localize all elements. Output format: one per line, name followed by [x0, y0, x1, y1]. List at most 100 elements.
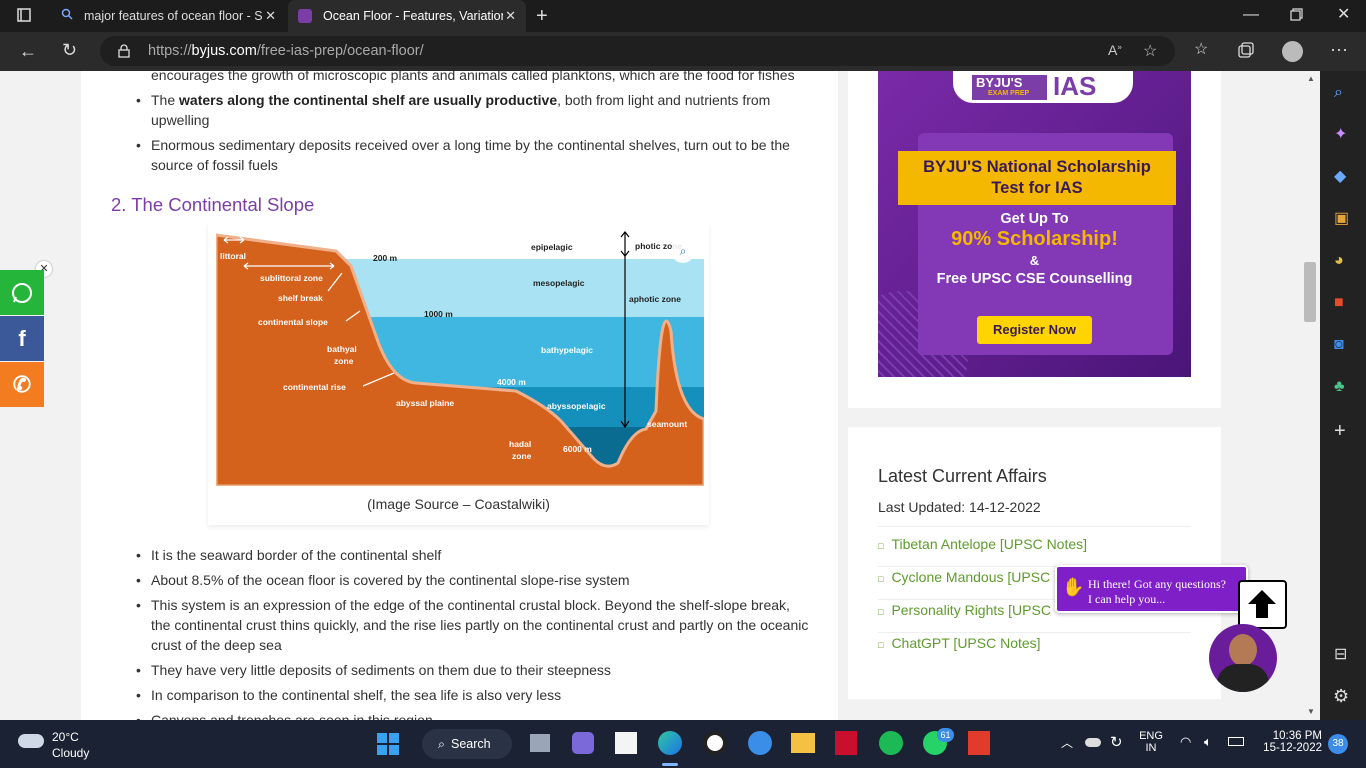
weather-desc[interactable]: Cloudy	[52, 746, 89, 760]
weather-temp[interactable]: 20°C	[52, 730, 79, 744]
more-menu-icon[interactable]: ···	[1330, 40, 1348, 58]
games-icon[interactable]: ◕	[1334, 253, 1344, 269]
search-icon	[61, 8, 73, 23]
close-tab-icon[interactable]: ✕	[505, 8, 516, 24]
favorites-icon[interactable]: ☆	[1194, 42, 1208, 58]
diagram-label: bathypelagic	[541, 345, 593, 355]
outlook-icon[interactable]: ◙	[1334, 337, 1344, 353]
tab-title: Ocean Floor - Features, Variation	[323, 9, 503, 23]
diagram-label: 1000 m	[424, 309, 453, 319]
tab-search[interactable]: major features of ocean floor - S ✕	[48, 0, 286, 32]
windows-start-icon[interactable]	[377, 733, 399, 760]
url-field[interactable]: https://byjus.com/free-ias-prep/ocean-fl…	[100, 36, 1175, 66]
url-path: /free-ias-prep/ocean-floor/	[256, 43, 424, 59]
onedrive-icon[interactable]	[1085, 738, 1101, 747]
active-app-indicator	[662, 763, 678, 766]
clock[interactable]: 10:36 PM 15-12-2022	[1256, 730, 1322, 754]
phone-icon: ✆	[12, 371, 32, 397]
up-arrow-icon	[1248, 590, 1276, 618]
add-icon[interactable]: +	[1334, 421, 1346, 441]
ias-logo: IAS	[1053, 71, 1097, 101]
tips-icon[interactable]	[748, 731, 772, 755]
facebook-share-button[interactable]: f	[0, 316, 44, 361]
search-icon[interactable]: ⌕	[1334, 85, 1343, 101]
diagram-label: littoral	[220, 251, 246, 261]
volume-icon[interactable]: 🔈︎	[1204, 734, 1212, 750]
wifi-icon[interactable]: ◠	[1180, 734, 1191, 750]
collections-icon[interactable]	[1238, 42, 1254, 62]
close-window-icon[interactable]: ✕	[1337, 7, 1350, 23]
task-view-icon[interactable]	[530, 734, 550, 752]
store-icon[interactable]	[615, 732, 637, 754]
back-arrow-icon[interactable]: ←	[19, 42, 37, 60]
section-heading: 2. The Continental Slope	[111, 194, 315, 215]
sync-icon[interactable]: ↻	[1110, 733, 1123, 751]
scroll-down-icon[interactable]: ▼	[1307, 707, 1315, 716]
new-tab-plus-icon[interactable]: +	[536, 6, 548, 26]
office-icon[interactable]: ■	[1334, 295, 1344, 311]
pdf-reader-icon[interactable]	[968, 731, 990, 755]
diagram-label: 4000 m	[497, 377, 526, 387]
tab-ocean-floor[interactable]: Ocean Floor - Features, Variation ✕	[288, 0, 526, 32]
battery-icon[interactable]	[1228, 737, 1244, 746]
tools-icon[interactable]: ▣	[1334, 211, 1349, 227]
refresh-icon[interactable]: ↻	[62, 41, 77, 59]
ad-highlight: 90% Scholarship!	[951, 228, 1118, 250]
diagram-label: abyssal plaine	[396, 398, 455, 408]
notification-badge[interactable]: 38	[1328, 734, 1348, 754]
byjus-logo: BYJU'S EXAM PREP	[972, 75, 1047, 100]
file-explorer-icon[interactable]	[791, 733, 815, 753]
language-indicator[interactable]: ENG IN	[1139, 730, 1163, 754]
whatsapp-icon	[12, 282, 32, 303]
visual-search-icon[interactable]: ⌕	[671, 239, 695, 263]
scroll-up-icon[interactable]: ▲	[1307, 74, 1315, 83]
settings-gear-icon[interactable]: ⚙	[1333, 687, 1349, 705]
diagram-label: continental slope	[258, 317, 328, 327]
teams-chat-icon[interactable]	[572, 732, 594, 754]
diagram-label: zone	[334, 356, 354, 366]
split-screen-icon[interactable]: ⊟	[1334, 647, 1347, 663]
spotify-icon[interactable]	[879, 731, 903, 755]
taskbar-search-button[interactable]: ⌕ Search	[422, 729, 512, 759]
edge-browser-icon[interactable]	[658, 731, 682, 755]
list-item[interactable]: □ ChatGPT [UPSC Notes]	[878, 633, 1191, 666]
diagram-label: 6000 m	[563, 444, 592, 454]
whatsapp-badge: 61	[937, 728, 954, 742]
read-aloud-icon[interactable]: A»	[1108, 42, 1122, 58]
ocean-zones-svg	[216, 231, 704, 486]
profile-avatar-icon[interactable]	[1282, 41, 1303, 62]
scroll-thumb[interactable]	[1304, 262, 1316, 322]
tab-title: major features of ocean floor - S	[84, 9, 263, 23]
ad-line3: Free UPSC CSE Counselling	[936, 271, 1133, 287]
register-now-button[interactable]: Register Now	[977, 316, 1092, 344]
list-item[interactable]: □ Tibetan Antelope [UPSC Notes]	[878, 534, 1191, 567]
waving-hand-icon: ✋	[1062, 577, 1085, 597]
favorite-star-icon[interactable]: ☆	[1143, 41, 1157, 61]
page-scrollbar[interactable]: ▲ ▼	[1302, 71, 1320, 720]
mcafee-icon[interactable]	[835, 731, 857, 755]
scroll-to-top-button[interactable]	[1238, 580, 1287, 629]
diagram-label: 200 m	[373, 253, 398, 263]
list-item: They have very little deposits of sedime…	[136, 660, 811, 680]
url-domain: byjus.com	[191, 43, 257, 59]
list-item: In comparison to the continental shelf, …	[136, 685, 811, 705]
call-button[interactable]: ✆	[0, 362, 44, 407]
shelf-bullet-list: encourages the growth of microscopic pla…	[136, 71, 811, 180]
chat-bubble[interactable]: ✋ Hi there! Got any questions? I can hel…	[1055, 565, 1248, 613]
whatsapp-share-button[interactable]	[0, 270, 44, 315]
sidebar-ad-card: BYJU'S EXAM PREP IAS BYJU'S National Scho…	[848, 71, 1221, 408]
close-tab-icon[interactable]: ✕	[265, 8, 276, 24]
scholarship-ad-banner[interactable]: BYJU'S EXAM PREP IAS BYJU'S National Scho…	[878, 71, 1191, 377]
drop-icon[interactable]: ♣	[1334, 379, 1345, 395]
minimize-icon[interactable]: —	[1243, 7, 1259, 23]
shopping-tag-icon[interactable]: ◆	[1334, 169, 1346, 185]
diagram-label: sublittoral zone	[260, 273, 323, 283]
tray-chevron-icon[interactable]: ︿	[1061, 734, 1073, 751]
slope-bullet-list: It is the seaward border of the continen…	[136, 545, 811, 720]
tab-actions-icon[interactable]	[17, 8, 31, 26]
address-toolbar: ← ↻ https://byjus.com/free-ias-prep/ocea…	[0, 32, 1366, 71]
copilot-sparkle-icon[interactable]: ✦	[1334, 127, 1347, 143]
app-icon[interactable]	[703, 731, 727, 755]
restore-icon[interactable]	[1290, 8, 1303, 25]
chat-agent-avatar[interactable]	[1209, 624, 1277, 692]
